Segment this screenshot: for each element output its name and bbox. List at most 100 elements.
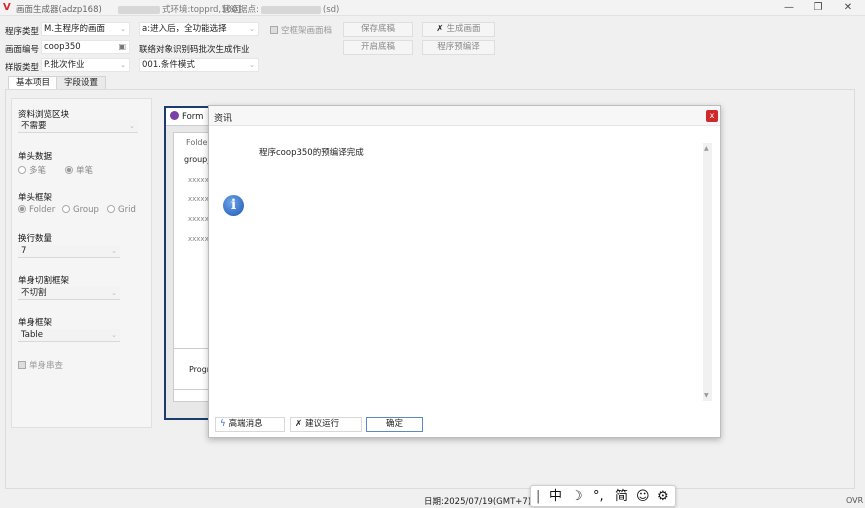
status-date: 日期:2025/07/19(GMT+7) bbox=[424, 497, 532, 507]
ime-handle[interactable]: | bbox=[536, 488, 540, 505]
program-type-label: 程序类型 bbox=[5, 27, 40, 37]
body-split-select[interactable]: 不切割 ⌄ bbox=[18, 287, 120, 300]
browse-block-select[interactable]: 不需要 ⌄ bbox=[18, 120, 138, 133]
checkbox-icon bbox=[18, 361, 26, 369]
suggest-run-label: 建议运行 bbox=[305, 419, 340, 429]
maximize-button[interactable]: ❐ bbox=[803, 0, 833, 16]
advanced-message-button[interactable]: ϟ 高端消息 bbox=[215, 417, 285, 432]
redacted-text bbox=[118, 5, 160, 14]
info-dialog: 资讯 x 程序coop350的预编译完成 i ▲ ▼ ϟ 高端消息 ✗ 建议运行 确… bbox=[208, 105, 721, 438]
info-icon: i bbox=[223, 195, 244, 216]
ime-moon-icon[interactable]: ☽ bbox=[571, 488, 583, 505]
open-draft-button[interactable]: 开启底稿 bbox=[343, 40, 413, 55]
preview-row: xxxxx bbox=[188, 195, 209, 203]
radio-grid[interactable]: Grid bbox=[107, 205, 136, 215]
template-type-label: 样版类型 bbox=[5, 63, 40, 73]
window-title: 画面生成器(adzp168) bbox=[16, 5, 102, 15]
radio-icon bbox=[18, 205, 26, 213]
generate-screen-button[interactable]: ✗ 生成画面 bbox=[422, 22, 495, 37]
body-frame-select[interactable]: Table ⌄ bbox=[18, 329, 120, 342]
ok-button[interactable]: 确定 bbox=[366, 417, 423, 432]
dialog-message: 程序coop350的预编译完成 bbox=[259, 148, 364, 158]
condition-mode-value: 001.条件模式 bbox=[142, 60, 195, 70]
preview-row: xxxxx bbox=[188, 215, 209, 223]
tab-basic-items[interactable]: 基本项目 bbox=[8, 76, 59, 89]
radio-icon bbox=[65, 166, 73, 174]
preview-title-bar: Form bbox=[166, 108, 214, 126]
radio-group-label: Group bbox=[73, 205, 99, 215]
entry-mode-value: a:进入后，全功能选择 bbox=[142, 24, 227, 34]
program-type-select[interactable]: M.主程序的画面 ⌄ bbox=[41, 22, 130, 36]
body-chain-label: 单身串查 bbox=[29, 361, 64, 371]
radio-single-label: 单笔 bbox=[76, 166, 94, 176]
body-frame-label: 单身框架 bbox=[18, 318, 53, 328]
preview-row: xxxxx bbox=[188, 235, 209, 243]
empty-frame-label: 空框架画面档 bbox=[281, 26, 333, 36]
program-no-label: 画面编号 bbox=[5, 45, 40, 55]
run-icon: ✗ bbox=[295, 419, 303, 429]
preview-progress: Progr bbox=[189, 365, 211, 374]
template-type-value: P.批次作业 bbox=[44, 60, 85, 70]
radio-group[interactable]: Group bbox=[62, 205, 99, 215]
chevron-down-icon: ⌄ bbox=[120, 25, 126, 33]
precompile-button[interactable]: 程序预编译 bbox=[422, 40, 495, 55]
ime-punctuation-icon[interactable]: °, bbox=[593, 488, 604, 505]
radio-folder-label: Folder bbox=[29, 205, 56, 215]
program-no-input[interactable]: coop350 ▣ bbox=[41, 40, 130, 54]
entry-mode-select[interactable]: a:进入后，全功能选择 ⌄ bbox=[139, 22, 259, 36]
dialog-scrollbar[interactable]: ▲ ▼ bbox=[703, 143, 712, 401]
ime-chinese-mode[interactable]: 中 bbox=[549, 488, 562, 505]
empty-frame-checkbox[interactable]: 空框架画面档 bbox=[270, 24, 332, 36]
tab-field-settings[interactable]: 字段设置 bbox=[56, 76, 107, 89]
site-label: 营运据点: (sd) bbox=[222, 3, 339, 15]
close-window-button[interactable]: ✕ bbox=[833, 0, 863, 16]
site-suffix: (sd) bbox=[322, 5, 340, 15]
advanced-message-label: 高端消息 bbox=[228, 419, 263, 429]
run-icon: ✗ bbox=[436, 24, 444, 34]
line-count-value: 7 bbox=[21, 246, 27, 256]
ovr-indicator: OVR bbox=[846, 496, 864, 505]
chevron-down-icon: ⌄ bbox=[249, 25, 255, 33]
radio-folder[interactable]: Folder bbox=[18, 205, 55, 215]
preview-title: Form bbox=[182, 112, 204, 122]
chevron-down-icon: ⌄ bbox=[129, 122, 135, 130]
condition-mode-select[interactable]: 001.条件模式 ⌄ bbox=[139, 58, 259, 72]
header-data-label: 单头数据 bbox=[18, 152, 53, 162]
generate-label: 生成画面 bbox=[446, 24, 481, 34]
template-type-select[interactable]: P.批次作业 ⌄ bbox=[41, 58, 130, 72]
chevron-down-icon: ⌄ bbox=[249, 61, 255, 69]
app-logo-icon: V bbox=[3, 2, 11, 13]
basic-settings-panel bbox=[11, 98, 152, 428]
radio-icon bbox=[107, 205, 115, 213]
header-frame-label: 单头框架 bbox=[18, 193, 53, 203]
calendar-icon[interactable]: ▣ bbox=[118, 41, 126, 53]
radio-icon bbox=[62, 205, 70, 213]
body-frame-value: Table bbox=[21, 330, 43, 340]
redacted-text bbox=[260, 5, 321, 14]
save-draft-button[interactable]: 保存底稿 bbox=[343, 22, 413, 37]
title-bar: V 画面生成器(adzp168) 式环境:topprd,100] 营运据点: (s… bbox=[0, 0, 865, 16]
site-label-text: 营运据点: bbox=[222, 5, 259, 15]
ime-settings-icon[interactable]: ⚙ bbox=[657, 488, 669, 505]
radio-single[interactable]: 单笔 bbox=[65, 164, 93, 176]
scroll-up-icon[interactable]: ▲ bbox=[704, 145, 709, 152]
minimize-button[interactable]: — bbox=[774, 0, 804, 16]
radio-multi-label: 多笔 bbox=[29, 166, 47, 176]
ime-simplified[interactable]: 简 bbox=[615, 488, 628, 505]
radio-multi[interactable]: 多笔 bbox=[18, 164, 46, 176]
line-count-label: 换行数量 bbox=[18, 234, 53, 244]
dialog-title-bar: 资讯 x bbox=[209, 106, 720, 126]
browse-block-label: 资料浏览区块 bbox=[18, 110, 70, 120]
form-icon bbox=[170, 111, 179, 120]
scroll-down-icon[interactable]: ▼ bbox=[704, 392, 709, 399]
line-count-select[interactable]: 7 ⌄ bbox=[18, 245, 120, 258]
dialog-title: 资讯 bbox=[214, 114, 233, 124]
chevron-down-icon: ⌄ bbox=[111, 247, 117, 255]
ime-emoji-icon[interactable]: ☺ bbox=[636, 488, 650, 505]
browse-block-value: 不需要 bbox=[21, 121, 47, 131]
suggest-run-button[interactable]: ✗ 建议运行 bbox=[290, 417, 362, 432]
dialog-close-button[interactable]: x bbox=[706, 110, 718, 122]
body-chain-checkbox[interactable]: 单身串查 bbox=[18, 359, 63, 371]
program-type-value: M.主程序的画面 bbox=[44, 24, 106, 34]
program-no-value: coop350 bbox=[44, 42, 81, 52]
